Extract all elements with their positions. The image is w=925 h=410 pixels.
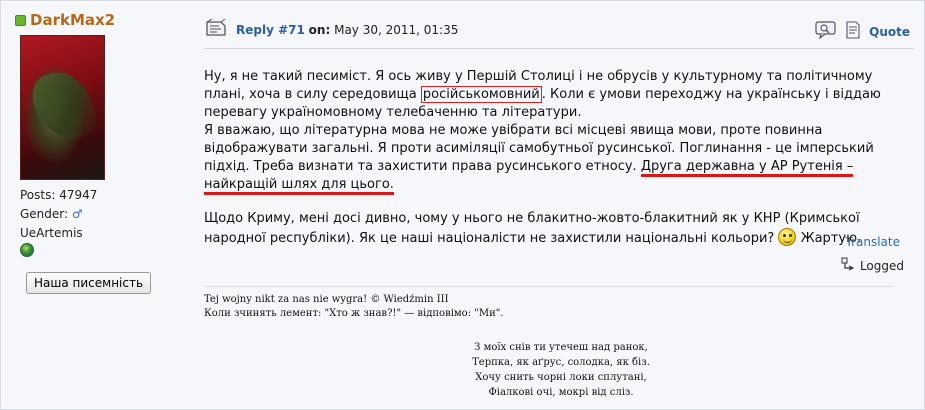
post-date: May 30, 2011, 01:35 [334,23,459,37]
logged-icon [841,257,855,274]
header-divider [204,48,914,49]
male-icon: ♂ [71,207,83,221]
post-count: Posts: 47947 [20,188,98,202]
poem-line: Терпка, як аґрус, солодка, як біз. [472,357,650,368]
gender-row: Gender: ♂ [20,205,175,224]
signature-line-2: Коли зчинять лемент: "Хто ж знав?!" — ві… [204,308,504,319]
author-info: Posts: 47947 Gender: ♂ UeArtemis [20,186,175,263]
globe-icon[interactable] [20,243,34,257]
reply-info: Reply #71 on: May 30, 2011, 01:35 [236,23,458,37]
reply-number-link[interactable]: Reply #71 [236,23,305,37]
poem-line: Хочу снить чорні локи сплутані, [475,372,647,383]
online-status-icon [15,14,26,26]
poem-line: Фіалкові очі, мокрі від сліз. [488,387,634,398]
nasha-pysemnist-button[interactable]: Наша писемність [26,272,152,294]
signature: Tej wojny nikt za nas nie wygra! © Wiedź… [204,293,894,321]
smiley-icon [778,228,797,246]
forum-post: DarkMax2 Posts: 47947 Gender: ♂ UeArtemi… [0,0,925,410]
boxed-word: російськомовний [420,86,542,103]
signature-divider [204,286,894,287]
message-icon [204,18,228,43]
gender-label: Gender: [20,207,69,221]
paragraph-2: Я вважаю, що літературна мова не може ув… [204,122,894,195]
quote-button[interactable]: Quote [869,25,910,39]
quote-icon[interactable] [845,21,861,42]
post-header: Reply #71 on: May 30, 2011, 01:35 Quote [204,18,914,45]
translate-link[interactable]: Translate [846,235,901,249]
translate-post-icon[interactable] [815,21,837,42]
paragraph-1: Ну, я не такий песиміст. Я ось живу у Пе… [204,68,894,122]
signature-poem: З моїх снів ти утечеш над ранок, Терпка,… [441,340,681,400]
logged-label: Logged [859,258,904,273]
author-name-row[interactable]: DarkMax2 [15,11,175,29]
avatar [20,35,105,180]
paragraph-3: Щодо Криму, мені досі дивно, чому у ньог… [204,210,894,248]
logged-indicator: Logged [841,257,904,274]
signature-line-1: Tej wojny nikt za nas nie wygra! © Wiedź… [204,294,449,305]
post-actions: Quote [815,21,910,42]
poem-line: З моїх снів ти утечеш над ранок, [474,342,648,353]
custom-field: UeArtemis [20,226,83,240]
author-panel: DarkMax2 Posts: 47947 Gender: ♂ UeArtemi… [15,11,175,263]
author-name[interactable]: DarkMax2 [30,11,115,29]
paragraph-3-text-a: Щодо Криму, мені досі дивно, чому у ньог… [204,211,860,246]
post-body: Ну, я не такий песиміст. Я ось живу у Пе… [204,68,894,248]
on-label: on: [308,23,331,37]
